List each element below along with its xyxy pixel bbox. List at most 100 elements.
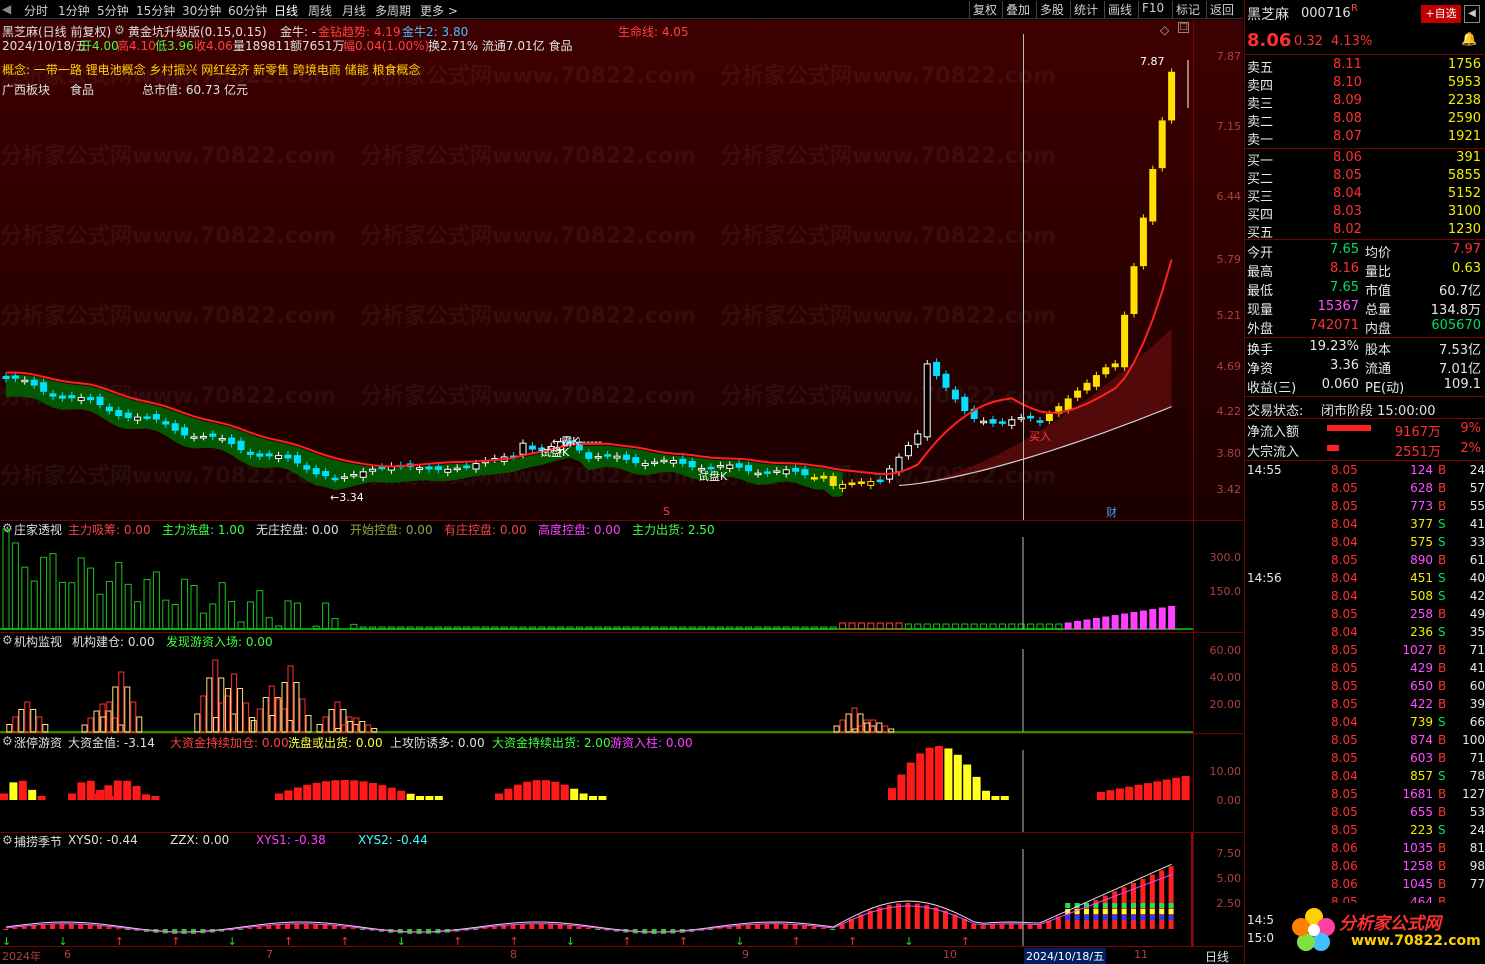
- period-tab-day[interactable]: 日线: [274, 2, 298, 19]
- bell-icon[interactable]: 🔔: [1461, 32, 1477, 47]
- bar: [105, 580, 113, 630]
- cursor-date: 2024/10/18/五: [1024, 948, 1107, 964]
- tick-time: 14:5: [1247, 913, 1274, 927]
- tick-row[interactable]: 14:56 8.04 451 S 40: [1245, 570, 1485, 588]
- tick-row[interactable]: 8.05 890 B 61: [1245, 552, 1485, 570]
- bar: [802, 925, 807, 929]
- tick-row[interactable]: 14:55 8.05 124 B 24: [1245, 462, 1485, 480]
- stat-row: 今开 7.65 均价 7.97: [1245, 241, 1481, 261]
- period-tab-15min[interactable]: 15分钟: [136, 2, 175, 19]
- collapse-icon[interactable]: ◀: [1464, 5, 1480, 23]
- panel-zhuangjia[interactable]: ⚙ 庄家透视 主力吸筹: 0.00 主力洗盘: 1.00 无庄控盘: 0.00 开始控…: [0, 520, 1243, 632]
- price-tick: 6.44: [1216, 190, 1242, 203]
- stats-button[interactable]: 统计: [1070, 1, 1101, 18]
- tick-row[interactable]: 8.05 874 B 100: [1245, 732, 1485, 750]
- tick-volume: 739: [1410, 715, 1433, 729]
- scroll-left-icon[interactable]: ◀: [2, 2, 11, 16]
- tick-row[interactable]: 8.04 236 S 35: [1245, 624, 1485, 642]
- bar: [523, 781, 532, 800]
- tick-row[interactable]: 8.05 628 B 57: [1245, 480, 1485, 498]
- tick-row[interactable]: 8.05 650 B 60: [1245, 678, 1485, 696]
- stat-value: 19.23%: [1309, 339, 1359, 354]
- tick-row[interactable]: 8.04 739 S 66: [1245, 714, 1485, 732]
- bar-yellow: [1093, 909, 1099, 914]
- period-tab-month[interactable]: 月线: [342, 2, 366, 19]
- candle-body: [463, 465, 471, 469]
- fuquan-button[interactable]: 复权: [969, 1, 1000, 18]
- bar: [542, 780, 550, 800]
- period-tab-week[interactable]: 周线: [308, 2, 332, 19]
- tick-count: 33: [1469, 535, 1485, 549]
- bar: [113, 780, 122, 800]
- candle-body: [68, 395, 76, 399]
- draw-button[interactable]: 画线: [1104, 1, 1135, 18]
- tick-price: 8.04: [1331, 517, 1358, 531]
- period-tab-1min[interactable]: 1分钟: [58, 2, 90, 19]
- stat-label: 均价: [1365, 246, 1392, 261]
- tick-row[interactable]: 8.05 422 B 39: [1245, 696, 1485, 714]
- stat-label: 最低: [1247, 284, 1274, 299]
- period-tab-multi[interactable]: 多周期: [375, 2, 411, 19]
- tick-row[interactable]: 8.06 1045 B 77: [1245, 876, 1485, 894]
- bar: [331, 618, 339, 630]
- bar: [897, 774, 906, 800]
- tick-direction: B: [1438, 751, 1447, 765]
- period-tab-more[interactable]: 更多 >: [420, 2, 458, 19]
- candle-body: [585, 452, 593, 459]
- bar: [262, 697, 269, 733]
- bar: [510, 924, 516, 929]
- bar: [106, 927, 112, 929]
- tick-row[interactable]: 8.05 1681 B 127: [1245, 786, 1485, 804]
- tick-direction: B: [1438, 463, 1447, 477]
- bar-yellow: [1121, 909, 1127, 914]
- period-tab-5min[interactable]: 5分钟: [97, 2, 129, 19]
- finance-marker[interactable]: 财: [1106, 504, 1117, 520]
- multi-stock-button[interactable]: 多股: [1036, 1, 1067, 18]
- tick-row[interactable]: 8.04 508 S 42: [1245, 588, 1485, 606]
- tick-list[interactable]: 14:55 8.05 124 B 24 8.05 628 B 57 8.05 773 B 55 8.04 3…: [1245, 462, 1485, 962]
- tick-row[interactable]: 8.06 1035 B 81: [1245, 840, 1485, 858]
- bar: [30, 580, 38, 630]
- period-tab-30min[interactable]: 30分钟: [182, 2, 221, 19]
- period-tab-fenshi[interactable]: 分时: [24, 2, 48, 19]
- mark-button[interactable]: 标记: [1172, 1, 1203, 18]
- kline-main-panel[interactable]: 分析家公式网www.70822.com 分析家公式网www.70822.com …: [0, 20, 1243, 520]
- period-tab-60min[interactable]: 60分钟: [228, 2, 267, 19]
- bar: [322, 602, 330, 630]
- tick-direction: S: [1438, 535, 1446, 549]
- bar: [93, 710, 100, 733]
- bar: [755, 924, 760, 929]
- panel-bulao[interactable]: ⚙ 捕捞季节 XYS0: -0.44 ZZX: 0.00 XYS1: -0.38 XY…: [0, 832, 1243, 947]
- bar: [1125, 786, 1134, 800]
- panel-jigou[interactable]: ⚙ 机构监视 机构建仓: 0.00 发现游资入场: 0.00 60.00 40.0…: [0, 632, 1243, 736]
- add-watchlist-button[interactable]: +自选: [1421, 5, 1461, 23]
- tick-row[interactable]: 8.05 1027 B 71: [1245, 642, 1485, 660]
- tick-row[interactable]: 8.05 429 B 41: [1245, 660, 1485, 678]
- tick-row[interactable]: 8.05 773 B 55: [1245, 498, 1485, 516]
- bar: [495, 793, 503, 800]
- stat-row: 外盘 742071 内盘 605670: [1245, 317, 1481, 337]
- candle-body: [293, 455, 301, 464]
- tick-volume: 429: [1410, 661, 1433, 675]
- tick-row[interactable]: 8.04 857 S 78: [1245, 768, 1485, 786]
- ask-row: 卖二 8.08 2590: [1245, 110, 1481, 130]
- f10-button[interactable]: F10: [1138, 1, 1167, 18]
- overlay-button[interactable]: 叠加: [1002, 1, 1033, 18]
- tick-row[interactable]: 8.05 603 B 71: [1245, 750, 1485, 768]
- inflow-label: 净流入额: [1247, 425, 1300, 440]
- book-price: 8.07: [1333, 129, 1362, 144]
- tick-row[interactable]: 8.04 575 S 33: [1245, 534, 1485, 552]
- tick-row[interactable]: 8.05 258 B 49: [1245, 606, 1485, 624]
- tick-count: 78: [1469, 769, 1485, 783]
- tick-row[interactable]: 8.05 655 B 53: [1245, 804, 1485, 822]
- inflow-row: 净流入额 9167万 9%: [1245, 420, 1481, 440]
- panel-zhangting[interactable]: ⚙ 涨停游资 大资金值: -3.14 大资金持续加仓: 0.00 洗盘或出货: 0.…: [0, 733, 1243, 834]
- tick-row[interactable]: 8.04 377 S 41: [1245, 516, 1485, 534]
- x-tick: 6: [64, 948, 71, 961]
- tick-row[interactable]: 8.06 1258 B 98: [1245, 858, 1485, 876]
- back-button[interactable]: 返回: [1206, 1, 1237, 18]
- tick-row[interactable]: 8.05 223 S 24: [1245, 822, 1485, 840]
- period-indicator[interactable]: 日线: [1205, 948, 1229, 964]
- bar: [551, 781, 560, 800]
- bar: [209, 603, 217, 630]
